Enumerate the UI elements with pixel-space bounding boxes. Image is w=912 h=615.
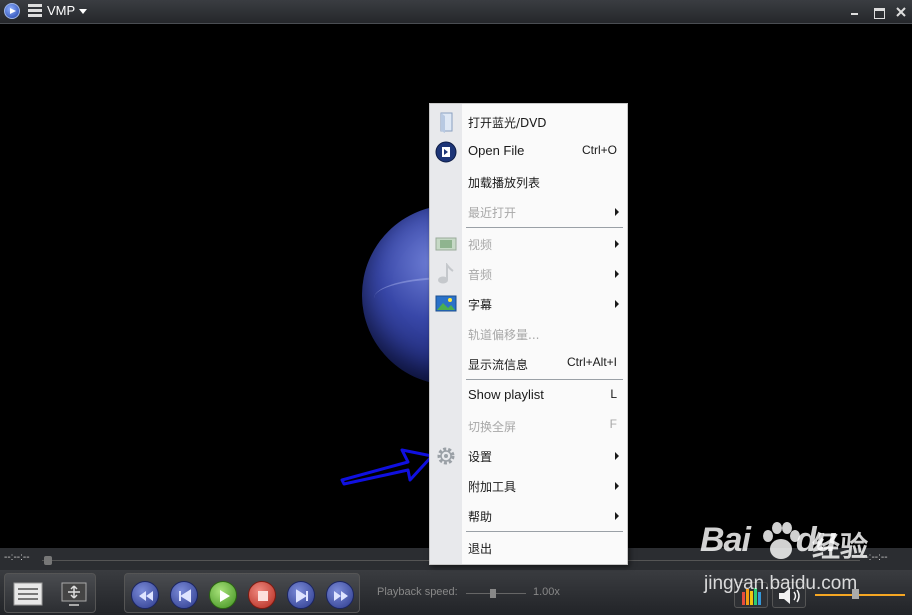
baidu-watermark: Bai du 经验 jingyan.baidu.com bbox=[700, 515, 900, 605]
rewind-icon bbox=[139, 591, 153, 601]
view-button-group bbox=[4, 573, 96, 613]
menu-item-toggle-fullscreen: 切换全屏 F bbox=[468, 417, 617, 434]
playback-speed-slider[interactable] bbox=[466, 593, 526, 594]
film-icon bbox=[435, 237, 457, 251]
menu-separator bbox=[466, 531, 623, 532]
menu-item-help[interactable]: 帮助 bbox=[430, 502, 627, 530]
stop-icon bbox=[258, 591, 268, 601]
menu-item-extra-tools[interactable]: 附加工具 bbox=[430, 472, 627, 500]
menu-item-track-offset: 轨道偏移量... bbox=[468, 328, 540, 342]
playback-speed-value: 1.00x bbox=[533, 586, 560, 598]
rewind-button[interactable] bbox=[131, 581, 159, 609]
previous-button[interactable] bbox=[170, 581, 198, 609]
close-icon bbox=[896, 7, 906, 17]
paw-icon bbox=[763, 522, 800, 559]
menu-item-video: 视频 bbox=[430, 230, 627, 258]
open-file-icon bbox=[435, 141, 457, 163]
watermark-cn: 经验 bbox=[812, 530, 869, 563]
play-button[interactable] bbox=[209, 581, 237, 609]
submenu-arrow-icon bbox=[615, 208, 619, 216]
submenu-arrow-icon bbox=[615, 240, 619, 248]
playback-speed-handle[interactable] bbox=[490, 589, 496, 598]
menu-item-settings[interactable]: 设置 bbox=[430, 442, 627, 470]
seek-handle[interactable] bbox=[44, 556, 52, 565]
time-elapsed: --:--:-- bbox=[4, 552, 30, 563]
app-logo-icon[interactable] bbox=[4, 3, 20, 19]
stop-button[interactable] bbox=[248, 581, 276, 609]
annotation-arrow-icon bbox=[340, 448, 434, 486]
menu-item-recent: 最近打开 bbox=[430, 198, 627, 226]
menu-item-open-file[interactable]: Open File Ctrl+O bbox=[430, 138, 627, 166]
menu-item-load-playlist[interactable]: 加载播放列表 bbox=[430, 168, 627, 196]
subtitle-image-icon bbox=[435, 295, 457, 312]
fullscreen-button[interactable] bbox=[57, 580, 91, 608]
skip-forward-icon bbox=[296, 589, 308, 603]
app-title[interactable]: VMP bbox=[47, 3, 75, 18]
menu-icon[interactable] bbox=[28, 4, 42, 18]
submenu-arrow-icon bbox=[615, 452, 619, 460]
menu-item-exit[interactable]: 退出 bbox=[430, 534, 627, 562]
transport-controls bbox=[124, 573, 360, 613]
fast-forward-icon bbox=[334, 591, 348, 601]
fullscreen-icon bbox=[61, 582, 87, 606]
menu-separator bbox=[466, 379, 623, 380]
menu-separator bbox=[466, 227, 623, 228]
title-bar: VMP bbox=[0, 0, 912, 24]
submenu-arrow-icon bbox=[615, 482, 619, 490]
minimize-button[interactable] bbox=[844, 2, 866, 22]
context-menu: 打开蓝光/DVD Open File Ctrl+O 加载播放列表 最近打开 视频… bbox=[429, 103, 628, 565]
menu-item-audio: 音频 bbox=[430, 260, 627, 288]
playlist-button[interactable] bbox=[11, 580, 45, 608]
chevron-down-icon[interactable] bbox=[79, 9, 87, 14]
menu-item-stream-info[interactable]: 显示流信息 Ctrl+Alt+I bbox=[430, 350, 627, 378]
playback-speed-label: Playback speed: bbox=[377, 586, 458, 598]
watermark-url: jingyan.baidu.com bbox=[704, 573, 858, 594]
next-button[interactable] bbox=[287, 581, 315, 609]
menu-item-subtitle[interactable]: 字幕 bbox=[430, 290, 627, 318]
menu-item-show-playlist[interactable]: Show playlist L bbox=[430, 382, 627, 410]
close-button[interactable] bbox=[890, 2, 912, 22]
gear-icon bbox=[437, 447, 455, 465]
play-icon bbox=[220, 590, 230, 602]
music-note-icon bbox=[438, 263, 454, 284]
submenu-arrow-icon bbox=[615, 270, 619, 278]
fast-forward-button[interactable] bbox=[326, 581, 354, 609]
folder-disc-icon bbox=[440, 112, 453, 133]
submenu-arrow-icon bbox=[615, 512, 619, 520]
maximize-button[interactable] bbox=[868, 2, 890, 22]
submenu-arrow-icon bbox=[615, 300, 619, 308]
menu-item-open-disc[interactable]: 打开蓝光/DVD bbox=[430, 108, 627, 136]
playlist-icon bbox=[13, 582, 43, 606]
skip-back-icon bbox=[179, 589, 191, 603]
